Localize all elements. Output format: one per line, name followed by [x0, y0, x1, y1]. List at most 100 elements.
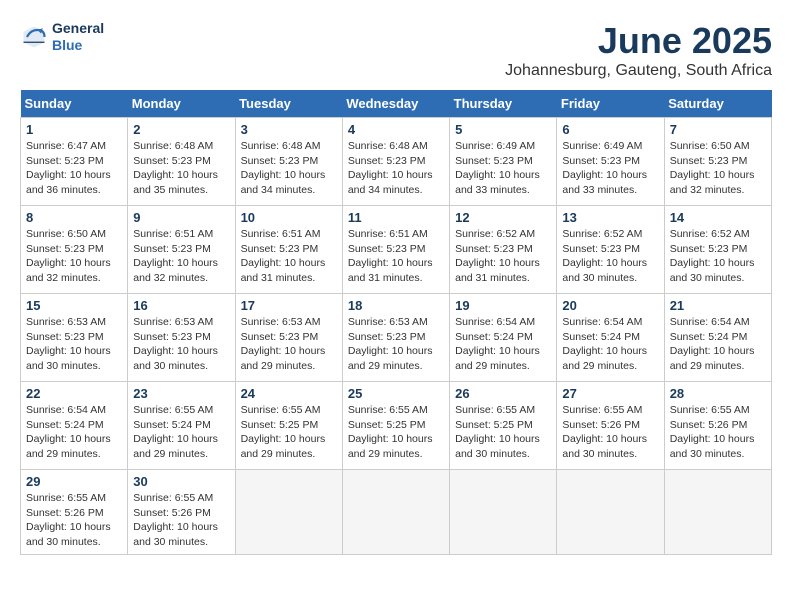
- day-info: Sunrise: 6:50 AMSunset: 5:23 PMDaylight:…: [26, 228, 111, 284]
- day-info: Sunrise: 6:48 AMSunset: 5:23 PMDaylight:…: [348, 140, 433, 196]
- calendar-week-row: 8 Sunrise: 6:50 AMSunset: 5:23 PMDaylight…: [21, 206, 772, 294]
- day-number: 5: [455, 122, 551, 137]
- calendar-cell: 6 Sunrise: 6:49 AMSunset: 5:23 PMDaylight…: [557, 118, 664, 206]
- day-number: 8: [26, 210, 122, 225]
- calendar-cell: 30 Sunrise: 6:55 AMSunset: 5:26 PMDayligh…: [128, 470, 235, 555]
- day-number: 29: [26, 474, 122, 489]
- day-number: 21: [670, 298, 766, 313]
- calendar-cell: 8 Sunrise: 6:50 AMSunset: 5:23 PMDaylight…: [21, 206, 128, 294]
- day-info: Sunrise: 6:53 AMSunset: 5:23 PMDaylight:…: [133, 316, 218, 372]
- day-info: Sunrise: 6:54 AMSunset: 5:24 PMDaylight:…: [670, 316, 755, 372]
- calendar-week-row: 22 Sunrise: 6:54 AMSunset: 5:24 PMDayligh…: [21, 382, 772, 470]
- day-info: Sunrise: 6:55 AMSunset: 5:24 PMDaylight:…: [133, 404, 218, 460]
- day-number: 1: [26, 122, 122, 137]
- day-info: Sunrise: 6:55 AMSunset: 5:25 PMDaylight:…: [455, 404, 540, 460]
- calendar-cell: 17Sunrise: 6:53 AMSunset: 5:23 PMDayligh…: [235, 294, 342, 382]
- calendar-cell: 3Sunrise: 6:48 AMSunset: 5:23 PMDaylight…: [235, 118, 342, 206]
- day-number: 12: [455, 210, 551, 225]
- calendar-cell: 27 Sunrise: 6:55 AMSunset: 5:26 PMDayligh…: [557, 382, 664, 470]
- calendar-week-row: 1Sunrise: 6:47 AMSunset: 5:23 PMDaylight…: [21, 118, 772, 206]
- day-number: 26: [455, 386, 551, 401]
- calendar-cell: [450, 470, 557, 555]
- calendar-cell: 9 Sunrise: 6:51 AMSunset: 5:23 PMDaylight…: [128, 206, 235, 294]
- day-info: Sunrise: 6:49 AMSunset: 5:23 PMDaylight:…: [455, 140, 540, 196]
- day-number: 9: [133, 210, 229, 225]
- calendar-cell: 10 Sunrise: 6:51 AMSunset: 5:23 PMDayligh…: [235, 206, 342, 294]
- calendar-week-row: 15Sunrise: 6:53 AMSunset: 5:23 PMDayligh…: [21, 294, 772, 382]
- day-number: 7: [670, 122, 766, 137]
- weekday-header-monday: Monday: [128, 90, 235, 118]
- day-number: 20: [562, 298, 658, 313]
- calendar-cell: 21 Sunrise: 6:54 AMSunset: 5:24 PMDayligh…: [664, 294, 771, 382]
- calendar-cell: 20 Sunrise: 6:54 AMSunset: 5:24 PMDayligh…: [557, 294, 664, 382]
- day-number: 11: [348, 210, 444, 225]
- logo-icon: [20, 23, 48, 51]
- day-info: Sunrise: 6:52 AMSunset: 5:23 PMDaylight:…: [562, 228, 647, 284]
- day-info: Sunrise: 6:53 AMSunset: 5:23 PMDaylight:…: [26, 316, 111, 372]
- day-number: 19: [455, 298, 551, 313]
- calendar-cell: 28 Sunrise: 6:55 AMSunset: 5:26 PMDayligh…: [664, 382, 771, 470]
- title-area: June 2025 Johannesburg, Gauteng, South A…: [505, 20, 772, 80]
- calendar-cell: 16 Sunrise: 6:53 AMSunset: 5:23 PMDayligh…: [128, 294, 235, 382]
- calendar-cell: 23 Sunrise: 6:55 AMSunset: 5:24 PMDayligh…: [128, 382, 235, 470]
- day-number: 24: [241, 386, 337, 401]
- day-number: 3: [241, 122, 337, 137]
- weekday-header-wednesday: Wednesday: [342, 90, 449, 118]
- month-title: June 2025: [505, 20, 772, 62]
- calendar-cell: 5 Sunrise: 6:49 AMSunset: 5:23 PMDaylight…: [450, 118, 557, 206]
- day-number: 28: [670, 386, 766, 401]
- day-number: 22: [26, 386, 122, 401]
- calendar-table: SundayMondayTuesdayWednesdayThursdayFrid…: [20, 90, 772, 555]
- header: General Blue June 2025 Johannesburg, Gau…: [20, 20, 772, 80]
- logo-text: General Blue: [52, 20, 104, 54]
- day-number: 23: [133, 386, 229, 401]
- day-number: 25: [348, 386, 444, 401]
- calendar-cell: [235, 470, 342, 555]
- day-number: 14: [670, 210, 766, 225]
- day-number: 18: [348, 298, 444, 313]
- weekday-header-thursday: Thursday: [450, 90, 557, 118]
- day-info: Sunrise: 6:54 AMSunset: 5:24 PMDaylight:…: [562, 316, 647, 372]
- day-info: Sunrise: 6:51 AMSunset: 5:23 PMDaylight:…: [241, 228, 326, 284]
- day-number: 17: [241, 298, 337, 313]
- day-info: Sunrise: 6:48 AMSunset: 5:23 PMDaylight:…: [133, 140, 218, 196]
- day-info: Sunrise: 6:50 AMSunset: 5:23 PMDaylight:…: [670, 140, 755, 196]
- weekday-header-saturday: Saturday: [664, 90, 771, 118]
- calendar-cell: 18 Sunrise: 6:53 AMSunset: 5:23 PMDayligh…: [342, 294, 449, 382]
- calendar-cell: 25Sunrise: 6:55 AMSunset: 5:25 PMDayligh…: [342, 382, 449, 470]
- logo: General Blue: [20, 20, 104, 54]
- day-number: 4: [348, 122, 444, 137]
- calendar-cell: [664, 470, 771, 555]
- day-info: Sunrise: 6:54 AMSunset: 5:24 PMDaylight:…: [26, 404, 111, 460]
- day-info: Sunrise: 6:55 AMSunset: 5:26 PMDaylight:…: [670, 404, 755, 460]
- calendar-cell: 14 Sunrise: 6:52 AMSunset: 5:23 PMDayligh…: [664, 206, 771, 294]
- day-number: 27: [562, 386, 658, 401]
- calendar-cell: 22 Sunrise: 6:54 AMSunset: 5:24 PMDayligh…: [21, 382, 128, 470]
- calendar-cell: 24 Sunrise: 6:55 AMSunset: 5:25 PMDayligh…: [235, 382, 342, 470]
- weekday-header-sunday: Sunday: [21, 90, 128, 118]
- calendar-cell: [557, 470, 664, 555]
- calendar-cell: 13 Sunrise: 6:52 AMSunset: 5:23 PMDayligh…: [557, 206, 664, 294]
- calendar-cell: [342, 470, 449, 555]
- weekday-header-tuesday: Tuesday: [235, 90, 342, 118]
- calendar-cell: 19 Sunrise: 6:54 AMSunset: 5:24 PMDayligh…: [450, 294, 557, 382]
- day-number: 30: [133, 474, 229, 489]
- day-info: Sunrise: 6:55 AMSunset: 5:26 PMDaylight:…: [133, 492, 218, 548]
- location-title: Johannesburg, Gauteng, South Africa: [505, 62, 772, 80]
- day-info: Sunrise: 6:55 AMSunset: 5:25 PMDaylight:…: [241, 404, 326, 460]
- day-number: 13: [562, 210, 658, 225]
- calendar-cell: 1Sunrise: 6:47 AMSunset: 5:23 PMDaylight…: [21, 118, 128, 206]
- day-info: Sunrise: 6:51 AMSunset: 5:23 PMDaylight:…: [133, 228, 218, 284]
- day-info: Sunrise: 6:55 AMSunset: 5:26 PMDaylight:…: [562, 404, 647, 460]
- day-info: Sunrise: 6:53 AMSunset: 5:23 PMDaylight:…: [348, 316, 433, 372]
- weekday-header-row: SundayMondayTuesdayWednesdayThursdayFrid…: [21, 90, 772, 118]
- day-number: 16: [133, 298, 229, 313]
- day-number: 6: [562, 122, 658, 137]
- day-info: Sunrise: 6:54 AMSunset: 5:24 PMDaylight:…: [455, 316, 540, 372]
- calendar-cell: 15Sunrise: 6:53 AMSunset: 5:23 PMDayligh…: [21, 294, 128, 382]
- day-info: Sunrise: 6:52 AMSunset: 5:23 PMDaylight:…: [670, 228, 755, 284]
- calendar-cell: 29Sunrise: 6:55 AMSunset: 5:26 PMDayligh…: [21, 470, 128, 555]
- day-info: Sunrise: 6:49 AMSunset: 5:23 PMDaylight:…: [562, 140, 647, 196]
- day-number: 10: [241, 210, 337, 225]
- calendar-cell: 4 Sunrise: 6:48 AMSunset: 5:23 PMDaylight…: [342, 118, 449, 206]
